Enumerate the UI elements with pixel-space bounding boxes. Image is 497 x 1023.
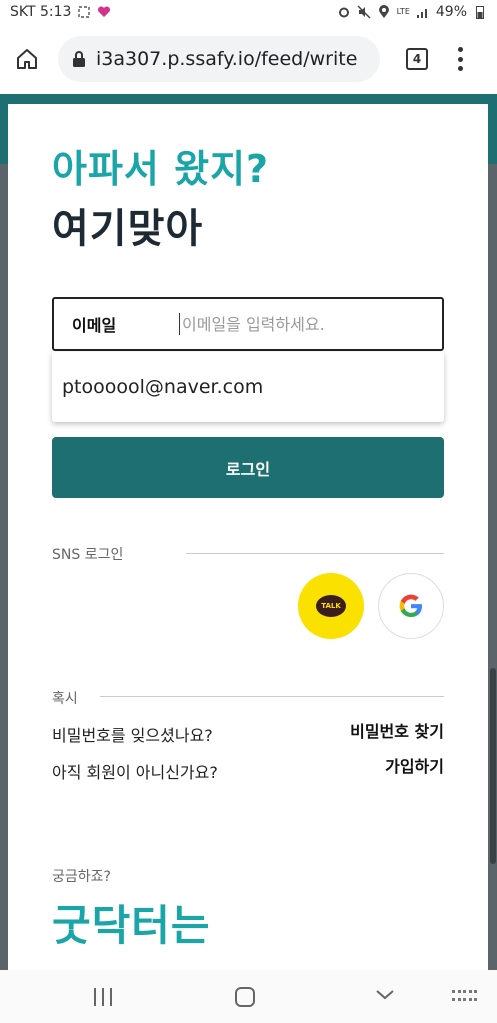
status-bar: SKT 5:13 LTE 49% [0, 0, 497, 24]
kakao-talk-icon: TALK [316, 595, 346, 617]
signal-icon [416, 5, 430, 19]
keyboard-button[interactable] [452, 990, 478, 1004]
scrollbar-thumb[interactable] [490, 668, 496, 864]
divider [100, 696, 444, 697]
keyboard-key-icon [457, 998, 461, 1001]
home-button[interactable] [10, 42, 44, 76]
email-input[interactable] [179, 313, 429, 335]
location-icon [377, 5, 391, 19]
keyboard-key-icon [468, 998, 472, 1001]
system-back-button[interactable] [375, 984, 395, 1004]
url-text: i3a307.p.ssafy.io/feed/write [96, 48, 358, 70]
login-button[interactable]: 로그인 [52, 437, 444, 498]
heart-notification-icon [97, 5, 111, 19]
battery-icon [473, 5, 487, 19]
headline-primary: 아파서 왔지? [52, 147, 270, 191]
sns-login-label: SNS 로그인 [52, 547, 124, 563]
browser-menu-button[interactable] [456, 47, 464, 71]
network-type: LTE [396, 7, 410, 16]
battery-percent: 49% [435, 4, 467, 20]
google-login-button[interactable] [378, 573, 444, 639]
signup-link[interactable]: 가입하기 [385, 753, 444, 777]
kakao-login-button[interactable]: TALK [298, 573, 364, 639]
forgot-password-text: 비밀번호를 잊으셨나요? [52, 726, 213, 745]
kakao-talk-text: TALK [321, 602, 341, 610]
recent-apps-icon [110, 988, 112, 1006]
menu-dot-icon [457, 66, 463, 71]
keyboard-key-icon [457, 990, 461, 993]
keyboard-key-icon [452, 990, 455, 993]
keyboard-key-icon [474, 998, 478, 1001]
home-icon [17, 49, 37, 69]
curious-label: 궁금하죠? [52, 869, 111, 885]
question-label: 혹시 [52, 691, 78, 707]
browser-toolbar: i3a307.p.ssafy.io/feed/write 4 [0, 24, 497, 94]
divider [186, 553, 444, 554]
autocomplete-dropdown[interactable]: ptoooool@naver.com [52, 352, 444, 422]
headline-secondary: 여기맞아 [52, 206, 204, 252]
keyboard-key-icon [474, 990, 478, 993]
brand-heading: 굿닥터는 [52, 901, 211, 950]
carrier-time: SKT 5:13 [10, 4, 72, 20]
email-label: 이메일 [72, 316, 117, 335]
google-icon [399, 594, 422, 617]
recent-apps-icon [94, 988, 96, 1006]
keyboard-key-icon [463, 990, 467, 993]
recent-apps-icon [102, 988, 104, 1006]
keyboard-key-icon [463, 998, 467, 1001]
autocomplete-suggestion[interactable]: ptoooool@naver.com [62, 376, 263, 398]
alarm-icon [337, 5, 351, 19]
menu-dot-icon [457, 47, 463, 52]
menu-dot-icon [457, 56, 463, 62]
mute-icon [357, 5, 371, 19]
tab-switcher-button[interactable]: 4 [406, 48, 428, 70]
email-field[interactable]: 이메일 [52, 297, 444, 351]
lock-icon [73, 51, 85, 67]
not-member-text: 아직 회원이 아니신가요? [52, 763, 218, 782]
keyboard-key-icon [468, 990, 472, 993]
system-home-button[interactable] [235, 987, 255, 1007]
keyboard-key-icon [452, 998, 455, 1001]
find-password-link[interactable]: 비밀번호 찾기 [350, 718, 444, 742]
screenshot-icon [77, 5, 91, 19]
recent-apps-button[interactable] [94, 988, 112, 1006]
address-bar[interactable]: i3a307.p.ssafy.io/feed/write [58, 36, 380, 82]
chevron-down-icon [376, 990, 394, 1000]
